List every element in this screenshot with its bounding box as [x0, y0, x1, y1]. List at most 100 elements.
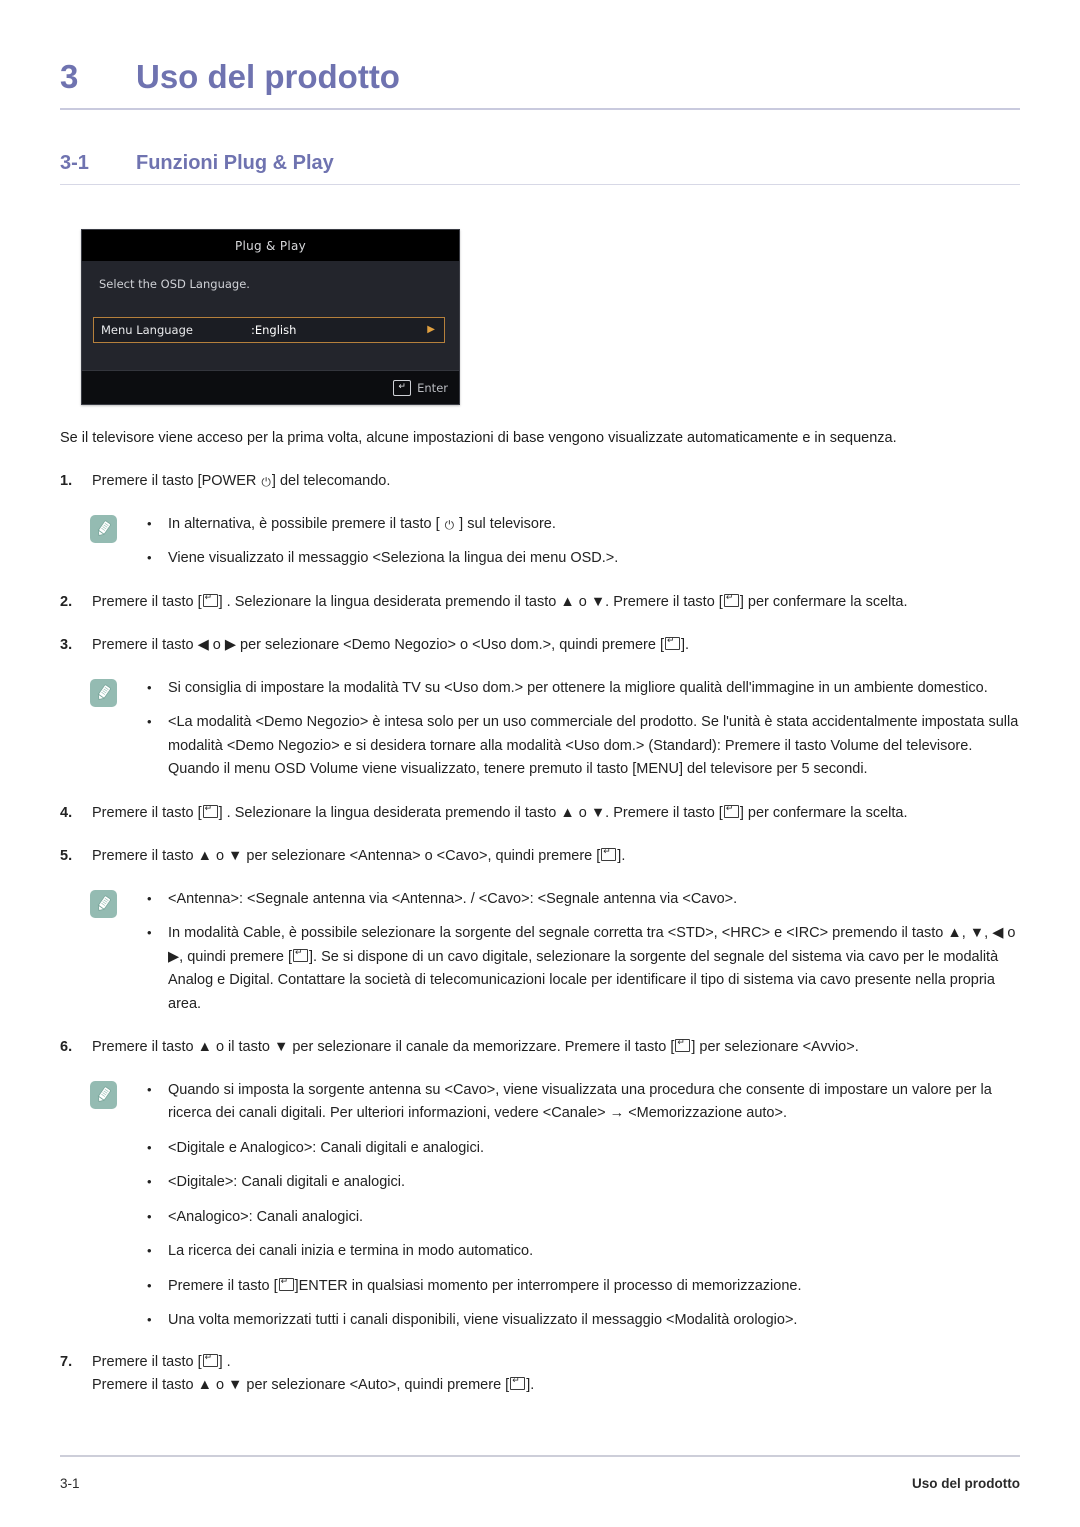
- note-icon-wrap-4: [90, 1079, 147, 1126]
- list-item: • <La modalità <Demo Negozio> è intesa s…: [147, 711, 1020, 781]
- note-4-last-bullet: Una volta memorizzati tutti i canali dis…: [168, 1312, 798, 1329]
- step-7-pre: Premere il tasto [: [92, 1353, 202, 1370]
- step-4-number: 4.: [60, 804, 73, 821]
- osd-screen: Plug & Play Select the OSD Language. Men…: [81, 229, 460, 405]
- osd-row-value: :English: [251, 323, 297, 337]
- enter-key-icon: [601, 846, 617, 862]
- note-block-2: • Si consiglia di impostare la modalità …: [90, 677, 1020, 782]
- bullet-icon: •: [147, 679, 152, 695]
- note-4-extra-2: <Digitale>: Canali digitali e analogici.: [168, 1174, 405, 1191]
- bullet-icon: •: [147, 1312, 152, 1328]
- footer-page-number: 3-1: [60, 1476, 80, 1491]
- enter-key-icon: ↵: [393, 379, 412, 396]
- step-3: 3. Premere il tasto ◀ o ▶ per selezionar…: [60, 634, 1020, 657]
- list-item: • <Digitale>: Canali digitali e analogic…: [147, 1171, 1020, 1194]
- chevron-right-icon: ▶: [427, 324, 435, 335]
- osd-footer: ↵ Enter: [82, 370, 459, 404]
- note-4-extra-4: La ricerca dei canali inizia e termina i…: [168, 1243, 534, 1260]
- manual-page: 3 Uso del prodotto 3-1 Funzioni Plug & P…: [0, 0, 1080, 1527]
- step-4: 4. Premere il tasto [ ] . Selezionare la …: [60, 802, 1020, 825]
- bullet-icon: •: [147, 1174, 152, 1190]
- step-6: 6. Premere il tasto ▲ o il tasto ▼ per s…: [60, 1036, 1020, 1059]
- list-item: • <Antenna>: <Segnale antenna via <Anten…: [147, 888, 1020, 911]
- bullet-icon: •: [147, 1139, 152, 1155]
- list-item: • Premere il tasto [ ]ENTER in qualsiasi …: [147, 1275, 1020, 1298]
- note-icon-wrap-2: [90, 677, 147, 782]
- power-icon: ⏻: [444, 517, 455, 532]
- step-7-post: ] .: [218, 1353, 231, 1370]
- enter-key-icon: [664, 635, 680, 651]
- section-heading: 3-1 Funzioni Plug & Play: [60, 110, 1020, 175]
- enter-key-icon: [510, 1375, 526, 1391]
- bullet-icon: •: [147, 1277, 152, 1293]
- enter-key-icon: [723, 592, 739, 607]
- step-6-text: Premere il tasto ▲ o il tasto ▼ per sele…: [92, 1036, 998, 1059]
- note-block-3: • <Antenna>: <Segnale antenna via <Anten…: [90, 888, 1020, 1016]
- step-4-mid: ] . Selezionare la lingua desiderata pre…: [218, 804, 723, 821]
- note-3-bullet-2: In modalità Cable, è possibile seleziona…: [168, 922, 1020, 1016]
- note-2-bullet-1: Si consiglia di impostare la modalità TV…: [168, 679, 988, 696]
- note-icon: [90, 889, 117, 918]
- step-3-text: Premere il tasto ◀ o ▶ per selezionare <…: [92, 634, 998, 657]
- note-4-enter-pre: Premere il tasto [: [168, 1277, 278, 1294]
- step-3-pre: Premere il tasto ◀ o ▶ per selezionare <…: [92, 637, 664, 654]
- section-divider: [60, 184, 1020, 185]
- bullet-icon: •: [147, 714, 152, 730]
- list-item: • Viene visualizzato il messaggio <Selez…: [147, 547, 1020, 570]
- step-6-pre: Premere il tasto ▲ o il tasto ▼ per sele…: [92, 1039, 675, 1056]
- osd-figure: Plug & Play Select the OSD Language. Men…: [81, 229, 1020, 405]
- note-1-list: • In alternativa, è possibile premere il…: [147, 513, 1020, 571]
- step-7-line2-pre: Premere il tasto ▲ o ▼ per selezionare <…: [92, 1377, 510, 1394]
- power-icon: ⏻: [261, 475, 271, 490]
- list-item: • In alternativa, è possibile premere il…: [147, 513, 1020, 536]
- step-4-post: ] per confermare la scelta.: [739, 804, 908, 821]
- bullet-icon: •: [147, 1081, 152, 1097]
- enter-key-icon: [278, 1276, 294, 1291]
- step-7-number: 7.: [60, 1353, 73, 1370]
- step-6-number: 6.: [60, 1039, 73, 1056]
- note-4-bullet-1: Quando si imposta la sorgente antenna su…: [168, 1081, 992, 1122]
- step-3-number: 3.: [60, 637, 73, 654]
- step-4-pre: Premere il tasto [: [92, 804, 202, 821]
- note-3-list: • <Antenna>: <Segnale antenna via <Anten…: [147, 888, 1020, 1016]
- step-5-post: ].: [617, 848, 626, 865]
- note-4-enter-bullet: Premere il tasto [ ]ENTER in qualsiasi mo…: [168, 1275, 1020, 1298]
- step-1: 1. Premere il tasto [POWER ⏻] del teleco…: [60, 470, 1020, 493]
- note-1-bullet-1-post: ] sul televisore.: [455, 515, 556, 532]
- note-2-bullet-2: <La modalità <Demo Negozio> è intesa sol…: [168, 714, 1019, 778]
- step-5-pre: Premere il tasto ▲ o ▼ per selezionare <…: [92, 848, 601, 865]
- note-4-extra-1: <Digitale e Analogico>: Canali digitali …: [168, 1139, 484, 1156]
- note-4-enter-post: ]ENTER in qualsiasi momento per interrom…: [294, 1277, 802, 1294]
- note-3-bullet-1: <Antenna>: <Segnale antenna via <Antenna…: [168, 890, 738, 907]
- enter-key-icon: [202, 803, 218, 818]
- bullet-icon: •: [147, 1243, 152, 1259]
- note-icon: [90, 1080, 117, 1109]
- step-1-number: 1.: [60, 473, 73, 490]
- list-item: • In modalità Cable, è possibile selezio…: [147, 922, 1020, 1016]
- step-2-text: Premere il tasto [] . Selezionare la lin…: [92, 591, 998, 614]
- osd-title: Plug & Play: [82, 230, 459, 261]
- step-7-line2: Premere il tasto ▲ o ▼ per selezionare <…: [92, 1374, 998, 1397]
- enter-key-icon: [675, 1037, 691, 1053]
- list-item: • <Digitale e Analogico>: Canali digital…: [147, 1137, 1020, 1160]
- intro-paragraph: Se il televisore viene acceso per la pri…: [60, 430, 897, 446]
- step-4-text: Premere il tasto [ ] . Selezionare la lin…: [92, 802, 998, 825]
- note-4-extra-3: <Analogico>: Canali analogici.: [168, 1208, 364, 1225]
- chapter-number: 3: [60, 58, 79, 95]
- note-block-1: • In alternativa, è possibile premere il…: [90, 513, 1020, 571]
- list-item: • Una volta memorizzati tutti i canali d…: [147, 1309, 1020, 1332]
- osd-footer-label: Enter: [417, 380, 448, 395]
- list-item: • Si consiglia di impostare la modalità …: [147, 677, 1020, 700]
- step-7-text: Premere il tasto [ ] . Premere il tasto ▲…: [92, 1351, 998, 1398]
- section-number: 3-1: [60, 152, 89, 174]
- note-1-bullet-1-pre: In alternativa, è possibile premere il t…: [168, 515, 444, 532]
- step-1-post: ] del telecomando.: [271, 473, 391, 490]
- note-1-bullet-2: Viene visualizzato il messaggio <Selezio…: [168, 550, 619, 567]
- page-footer: 3-1 Uso del prodotto: [60, 1476, 1020, 1491]
- bullet-icon: •: [147, 1208, 152, 1224]
- section-title: Funzioni Plug & Play: [136, 152, 334, 174]
- osd-menu-language-row[interactable]: Menu Language :English ▶: [93, 317, 445, 343]
- footer-chapter-label: Uso del prodotto: [912, 1476, 1020, 1491]
- note-icon: [90, 678, 117, 707]
- step-5-text: Premere il tasto ▲ o ▼ per selezionare <…: [92, 845, 998, 868]
